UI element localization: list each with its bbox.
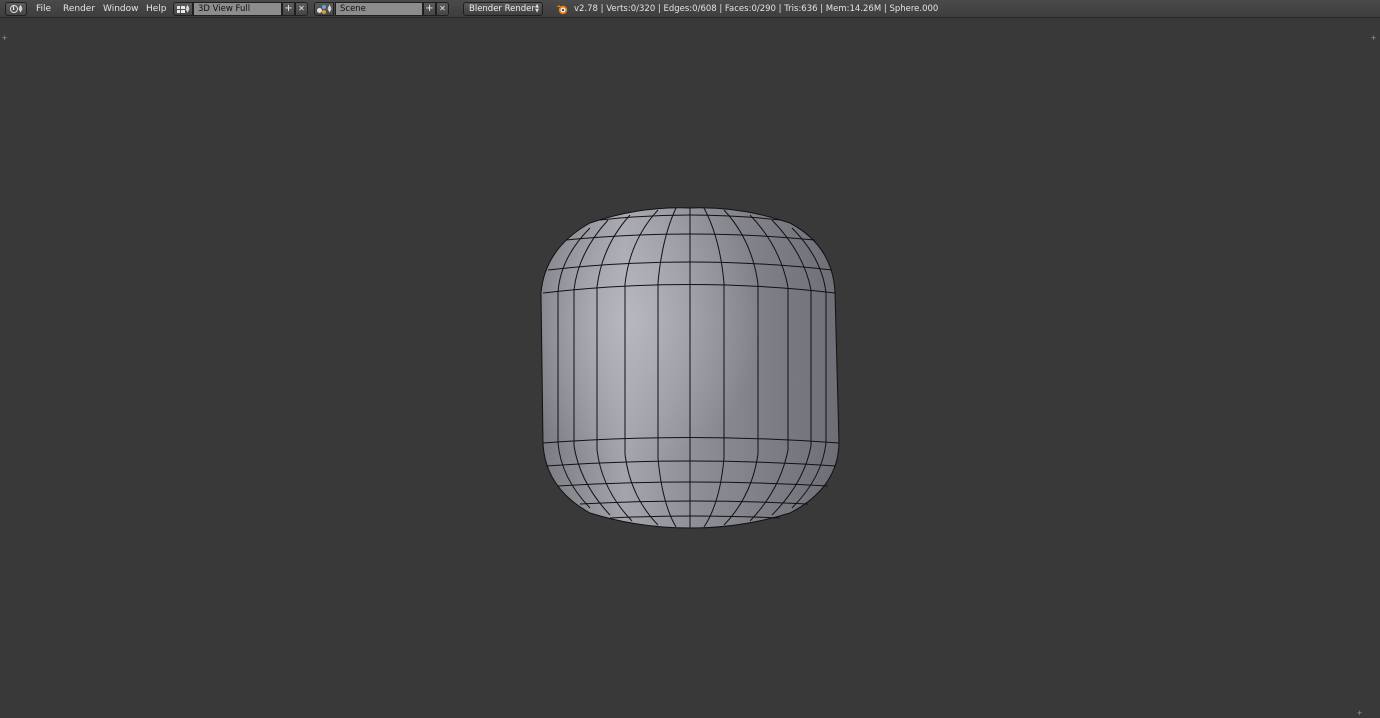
screen-layout-selector[interactable]: ▲ ▼ bbox=[173, 2, 193, 16]
render-engine-label: Blender Render bbox=[469, 4, 535, 14]
scene-selector[interactable]: ▲ ▼ bbox=[314, 2, 334, 16]
render-engine-dropdown[interactable]: Blender Render ▲ ▼ bbox=[463, 2, 543, 16]
updown-icon: ▲ ▼ bbox=[18, 4, 23, 14]
scene-name-field[interactable]: Scene bbox=[335, 2, 423, 16]
menu-file[interactable]: File bbox=[36, 3, 51, 15]
menu-window[interactable]: Window bbox=[103, 3, 139, 15]
updown-icon: ▲ ▼ bbox=[535, 3, 539, 14]
info-header: i ▲ ▼ File Render Window Help ▲ ▼ 3D View … bbox=[0, 0, 1380, 18]
3d-viewport[interactable]: + + + bbox=[0, 18, 1380, 718]
menu-render[interactable]: Render bbox=[63, 3, 95, 15]
editor-type-selector[interactable]: i ▲ ▼ bbox=[5, 2, 27, 16]
remove-screen-layout-button[interactable]: ✕ bbox=[295, 2, 308, 16]
mesh-object-sphere[interactable] bbox=[0, 18, 1380, 718]
updown-icon: ▲ ▼ bbox=[185, 4, 190, 14]
screen-layout-name-field[interactable]: 3D View Full bbox=[193, 2, 282, 16]
screen-layout-icon bbox=[176, 5, 185, 13]
scene-icon bbox=[316, 4, 327, 14]
add-scene-button[interactable]: + bbox=[423, 2, 436, 16]
scene-statistics: v2.78 | Verts:0/320 | Edges:0/608 | Face… bbox=[574, 4, 939, 14]
info-icon: i bbox=[9, 5, 18, 13]
blender-logo-icon bbox=[556, 5, 568, 15]
menu-help[interactable]: Help bbox=[146, 3, 167, 15]
updown-icon: ▲ ▼ bbox=[327, 4, 332, 14]
add-screen-layout-button[interactable]: + bbox=[282, 2, 295, 16]
remove-scene-button[interactable]: ✕ bbox=[436, 2, 449, 16]
